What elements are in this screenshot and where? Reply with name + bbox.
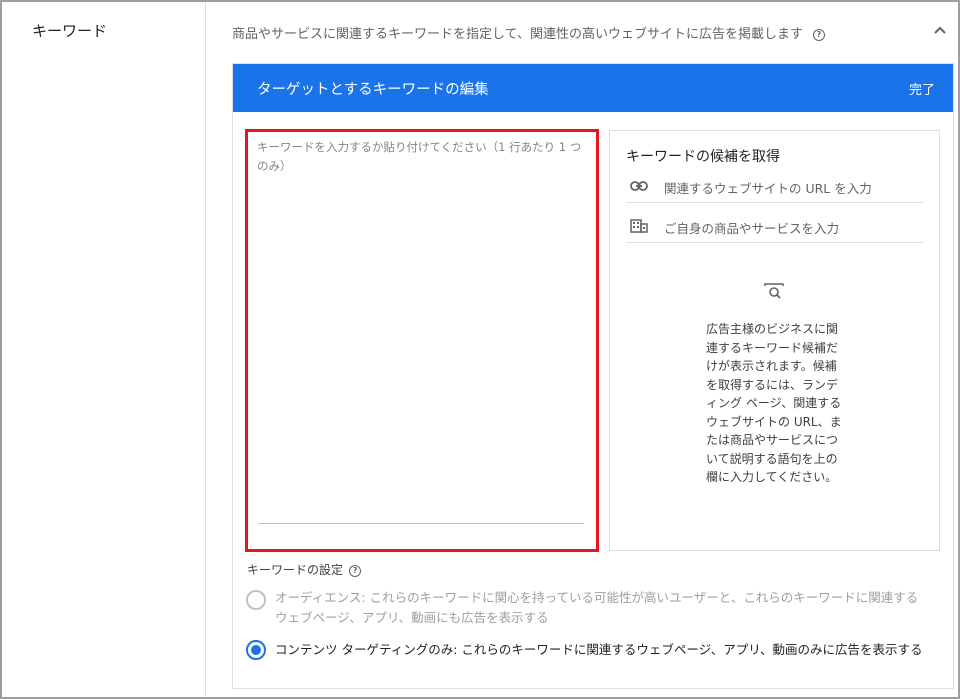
info-line: いて説明する語句を上の: [706, 451, 838, 466]
content-targeting-option-title: コンテンツ ターゲティングのみ:: [275, 642, 458, 657]
content-targeting-radio[interactable]: [246, 640, 266, 660]
suggestions-info-text: 広告主様のビジネスに関 連するキーワード候補だ けが表示されます。候補 を取得す…: [706, 320, 846, 487]
audience-option-desc-cont: ウェブページ、アプリ、動画にも広告を表示する: [275, 610, 549, 625]
website-url-placeholder: 関連するウェブサイトの URL を入力: [664, 181, 872, 196]
info-line: 欄に入力してください。: [706, 470, 838, 484]
section-label: キーワード: [32, 22, 108, 40]
website-url-input[interactable]: 関連するウェブサイトの URL を入力: [626, 171, 923, 203]
keyword-settings-label: キーワードの設定?: [247, 561, 362, 578]
content-targeting-option[interactable]: コンテンツ ターゲティングのみ: これらのキーワードに関連するウェブページ、アプ…: [275, 640, 923, 660]
section-description: 商品やサービスに関連するキーワードを指定して、関連性の高いウェブサイトに広告を掲…: [232, 23, 825, 42]
product-service-placeholder: ご自身の商品やサービスを入力: [664, 221, 840, 236]
info-line: 連するキーワード候補だ: [706, 340, 839, 355]
info-line: ウェブサイトの URL、ま: [706, 414, 842, 429]
keyword-suggestions-panel: キーワードの候補を取得 関連するウェブサイトの URL を入力 ご自身の商品やサ…: [609, 130, 940, 551]
info-line: けが表示されます。候補: [706, 359, 837, 373]
audience-radio[interactable]: [246, 590, 266, 610]
audience-option-title: オーディエンス:: [275, 590, 366, 605]
help-circle-icon[interactable]: ?: [812, 28, 825, 41]
keyword-settings-screen: キーワード 商品やサービスに関連するキーワードを指定して、関連性の高いウェブサイ…: [0, 0, 960, 699]
info-line: 広告主様のビジネスに関: [706, 322, 839, 336]
product-service-input[interactable]: ご自身の商品やサービスを入力: [626, 211, 923, 243]
keyword-editor-card: ターゲットとするキーワードの編集 完了 キーワードの候補を取得 関連するウェブサ…: [232, 63, 954, 689]
link-icon: [630, 179, 648, 193]
editor-header: ターゲットとするキーワードの編集 完了: [233, 64, 953, 112]
info-line: を取得するには、ランデ: [706, 377, 839, 392]
section-divider: [205, 2, 206, 697]
audience-option[interactable]: オーディエンス: これらのキーワードに関心を持っている可能性が高いユーザーと、こ…: [275, 588, 918, 628]
info-line: たは商品やサービスにつ: [706, 433, 839, 447]
info-line: ィング ページ、関連する: [706, 396, 842, 410]
audience-option-desc: これらのキーワードに関心を持っている可能性が高いユーザーと、これらのキーワードに…: [365, 590, 919, 605]
section-description-text: 商品やサービスに関連するキーワードを指定して、関連性の高いウェブサイトに広告を掲…: [232, 27, 803, 42]
search-document-icon: [764, 283, 784, 301]
editor-title: ターゲットとするキーワードの編集: [257, 82, 489, 98]
done-button[interactable]: 完了: [909, 79, 935, 98]
keyword-input[interactable]: [248, 132, 596, 517]
chevron-up-icon[interactable]: [930, 20, 950, 40]
content-targeting-option-desc: これらのキーワードに関連するウェブページ、アプリ、動画のみに広告を表示する: [457, 642, 923, 657]
building-icon: [630, 219, 648, 233]
keyword-settings-label-text: キーワードの設定: [247, 563, 344, 577]
keyword-input-underline: [258, 523, 584, 524]
help-circle-icon[interactable]: ?: [349, 564, 362, 577]
suggestions-title: キーワードの候補を取得: [626, 149, 780, 165]
keyword-input-highlight: [245, 129, 599, 552]
